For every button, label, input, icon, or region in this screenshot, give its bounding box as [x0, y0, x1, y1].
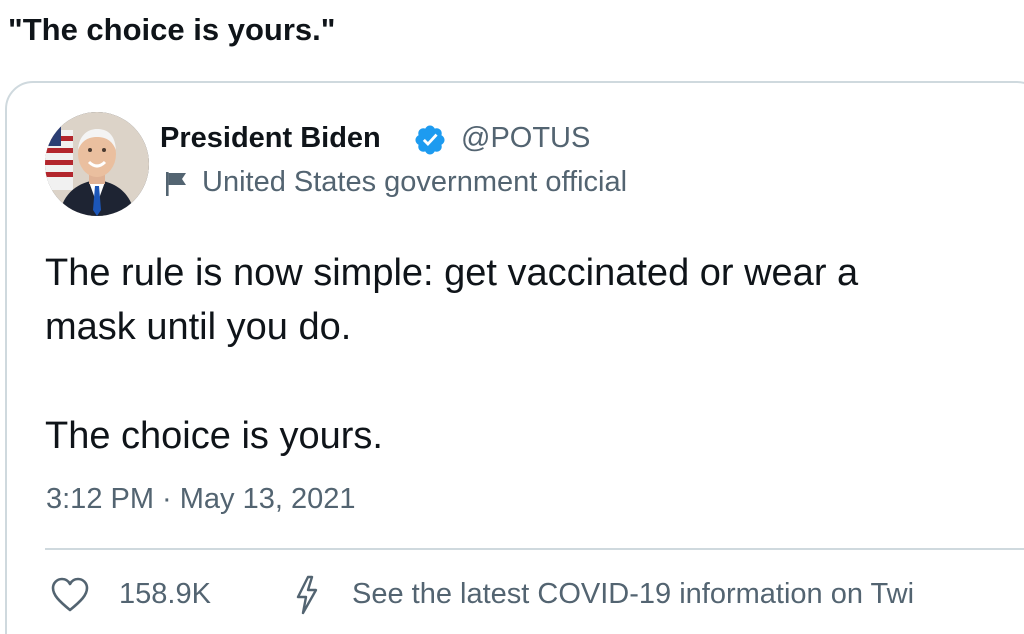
author-handle[interactable]: @POTUS — [461, 122, 590, 155]
government-official-label: United States government official — [202, 166, 628, 198]
author-name[interactable]: President Biden — [160, 122, 381, 155]
tweet-body: The rule is now simple: get vaccinated o… — [45, 246, 1024, 463]
author-avatar[interactable] — [45, 112, 149, 216]
like-count: 158.9K — [119, 578, 211, 610]
tweet-text-line: mask until you do. — [45, 306, 352, 348]
verified-badge-icon — [415, 125, 445, 155]
tweet-timestamp[interactable]: 3:12 PM · May 13, 2021 — [46, 483, 356, 516]
heart-icon[interactable] — [50, 576, 90, 614]
flag-icon — [166, 172, 186, 196]
covid-info-link[interactable]: See the latest COVID-19 information on T… — [352, 578, 914, 611]
tweet-screenshot: "The choice is yours." President Biden @… — [0, 0, 1024, 634]
divider — [45, 548, 1024, 550]
quote-tweet-text: "The choice is yours." — [8, 12, 336, 47]
tweet-text-line: The choice is yours. — [45, 415, 383, 457]
tweet-text-line: The rule is now simple: get vaccinated o… — [45, 252, 859, 294]
lightning-bolt-icon — [296, 575, 318, 615]
portrait-avatar-icon — [45, 112, 149, 216]
